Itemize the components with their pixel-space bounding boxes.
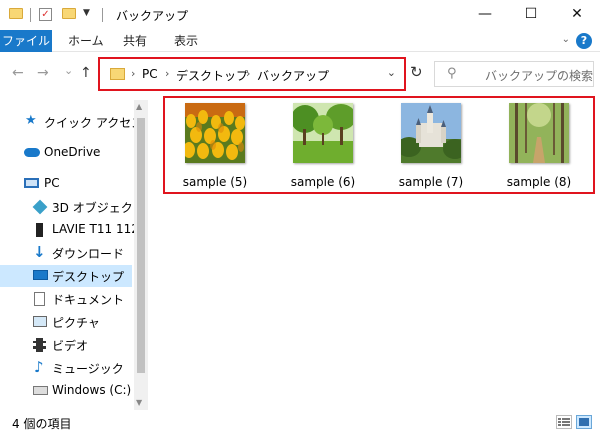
item-count: 4 個の項目 (12, 417, 72, 431)
sidebar-item-documents[interactable]: ドキュメント (0, 288, 132, 310)
drive-icon (33, 386, 48, 395)
castle-thumbnail (401, 103, 461, 163)
sidebar-item-music[interactable]: ♪ ミュージック (0, 357, 132, 379)
refresh-button[interactable]: ↻ (410, 63, 423, 81)
recent-locations-button[interactable]: ⌄ (64, 64, 73, 77)
sidebar-item-label: デスクトップ (52, 270, 125, 284)
large-icons-view-icon[interactable] (576, 415, 592, 429)
tablet-icon (36, 223, 43, 237)
forest-path-thumbnail (509, 103, 569, 163)
file-name: sample (6) (290, 175, 356, 189)
tab-file[interactable]: ファイル (0, 30, 52, 52)
back-button[interactable]: ← (12, 65, 24, 81)
ribbon-tabs: ファイル ホーム 共有 表示 ⌄ ? (0, 30, 600, 52)
sidebar-scrollbar[interactable]: ▲ ▼ (134, 100, 148, 410)
download-icon: ↓ (33, 243, 46, 261)
address-history-dropdown-icon[interactable]: ⌄ (387, 66, 396, 79)
folder-icon (110, 68, 125, 80)
file-name: sample (7) (398, 175, 464, 189)
sidebar-item-label: ビデオ (52, 339, 89, 353)
chevron-down-icon[interactable]: ⌄ (562, 34, 570, 45)
star-icon: ★ (25, 113, 37, 128)
breadcrumb-separator: › (246, 67, 251, 80)
cloud-icon (24, 148, 40, 157)
park-trees-thumbnail (293, 103, 353, 163)
sidebar-item-quick-access[interactable]: ★ クイック アクセス (0, 111, 143, 133)
up-button[interactable]: ↑ (80, 65, 92, 81)
file-item-sample-6[interactable]: sample (6) (273, 103, 373, 189)
window-title: バックアップ (116, 9, 189, 23)
file-name: sample (8) (506, 175, 572, 189)
search-icon: ⚲ (447, 66, 457, 81)
scroll-up-icon[interactable]: ▲ (136, 102, 142, 111)
tab-home[interactable]: ホーム (68, 30, 104, 52)
sidebar-item-label: ピクチャ (52, 316, 100, 330)
music-icon: ♪ (34, 358, 44, 376)
file-name: sample (5) (182, 175, 248, 189)
title-bar: ✓ ▼ バックアップ — ☐ ✕ (0, 0, 600, 30)
document-icon (34, 292, 45, 306)
scroll-down-icon[interactable]: ▼ (136, 398, 142, 407)
sidebar-item-pc[interactable]: PC (0, 173, 132, 195)
breadcrumb-desktop[interactable]: デスクトップ (176, 67, 248, 84)
sidebar-item-videos[interactable]: ビデオ (0, 334, 132, 356)
sidebar-item-label: ドキュメント (52, 293, 125, 307)
sidebar-item-desktop[interactable]: デスクトップ (0, 265, 132, 287)
new-folder-icon[interactable] (62, 8, 76, 19)
tulips-thumbnail (185, 103, 245, 163)
sidebar-item-label: Windows (C:) (52, 383, 132, 397)
search-placeholder[interactable]: バックアップの検索 (485, 67, 593, 84)
divider (30, 8, 31, 22)
tab-view[interactable]: 表示 (174, 30, 198, 52)
sidebar-item-label: ダウンロード (52, 247, 125, 261)
quick-access-toolbar-dropdown-icon[interactable]: ▼ (83, 8, 90, 18)
properties-icon[interactable]: ✓ (39, 8, 52, 21)
status-bar: 4 個の項目 (0, 410, 600, 434)
address-bar[interactable]: › PC › デスクトップ › バックアップ ⌄ (98, 57, 406, 91)
sidebar-item-3d-objects[interactable]: 3D オブジェクト (0, 196, 145, 218)
picture-icon (33, 316, 47, 327)
file-item-sample-8[interactable]: sample (8) (489, 103, 589, 189)
close-button[interactable]: ✕ (554, 0, 600, 30)
computer-icon (24, 178, 39, 188)
sidebar-item-label: ミュージック (52, 362, 124, 376)
file-item-sample-7[interactable]: sample (7) (381, 103, 481, 189)
sidebar-item-label: OneDrive (44, 145, 101, 159)
sidebar-item-label: 3D オブジェクト (52, 201, 145, 215)
video-icon (33, 338, 46, 352)
sidebar-item-onedrive[interactable]: OneDrive (0, 142, 132, 164)
sidebar-item-label: クイック アクセス (44, 116, 144, 130)
breadcrumb-separator: › (131, 67, 136, 80)
breadcrumb-backup[interactable]: バックアップ (257, 67, 329, 84)
navigation-pane: ★ クイック アクセス OneDrive PC 3D オブジェクト LAVIE … (0, 100, 148, 410)
scrollbar-thumb[interactable] (137, 118, 145, 373)
sidebar-item-downloads[interactable]: ↓ ダウンロード (0, 242, 132, 264)
divider (102, 8, 103, 22)
sidebar-item-lavie[interactable]: LAVIE T11 112K1 (0, 219, 148, 241)
file-item-sample-5[interactable]: sample (5) (165, 103, 265, 189)
search-box[interactable]: ⚲ バックアップの検索 (434, 61, 594, 87)
breadcrumb-separator: › (165, 67, 170, 80)
breadcrumb-pc[interactable]: PC (142, 67, 158, 81)
minimize-button[interactable]: — (462, 0, 508, 30)
cube-icon (32, 199, 48, 215)
folder-icon (9, 8, 23, 19)
sidebar-item-pictures[interactable]: ピクチャ (0, 311, 132, 333)
sidebar-item-windows-c[interactable]: Windows (C:) (0, 380, 132, 402)
forward-button[interactable]: → (37, 65, 49, 81)
details-view-icon[interactable] (556, 415, 572, 429)
desktop-icon (33, 270, 48, 280)
sidebar-item-label: PC (44, 176, 60, 190)
tab-share[interactable]: 共有 (123, 30, 147, 52)
help-icon[interactable]: ? (576, 33, 592, 49)
maximize-button[interactable]: ☐ (508, 0, 554, 30)
